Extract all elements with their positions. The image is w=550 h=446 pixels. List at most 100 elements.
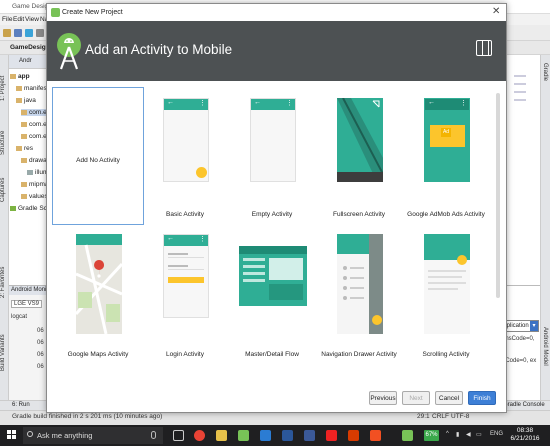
status-line-separator[interactable]: CRLF (432, 413, 449, 420)
android-monitor-title: Android Monitor (9, 286, 49, 295)
basic-activity-preview (163, 98, 209, 182)
media-icon[interactable] (326, 430, 337, 441)
activity-card-empty[interactable]: Empty Activity (226, 87, 318, 225)
file-explorer-icon[interactable] (216, 430, 227, 441)
activity-card-maps[interactable]: Google Maps Activity (52, 227, 144, 365)
tab-structure[interactable]: Structure (0, 120, 9, 165)
login-activity-preview (163, 234, 209, 318)
activity-card-fullscreen[interactable]: Fullscreen Activity (313, 87, 405, 225)
device-selector[interactable]: LGE VS9 (11, 300, 43, 308)
app-icon[interactable] (370, 430, 381, 441)
admob-activity-preview: Ad (424, 98, 470, 182)
folder-icon (16, 85, 22, 91)
word-icon[interactable] (282, 430, 293, 441)
activity-gallery[interactable]: Add No Activity Basic Activity Empty Act… (50, 85, 500, 377)
store-icon[interactable] (260, 430, 271, 441)
dialog-title-bar: Create New Project ✕ (47, 4, 506, 21)
tree-item-java[interactable]: java (16, 97, 36, 104)
input-line (168, 257, 204, 258)
activity-label: Add No Activity (76, 157, 120, 164)
tab-project[interactable]: 1: Project (0, 63, 9, 113)
next-button[interactable]: Next (402, 391, 430, 405)
tab-android-model[interactable]: Android Model (542, 327, 548, 366)
chrome-icon[interactable] (194, 430, 205, 441)
app-bar (164, 99, 208, 110)
scrolling-activity-preview (424, 234, 470, 334)
project-panel: Andr app manifests java com.exa com.exa … (9, 55, 59, 285)
tree-item-res[interactable]: res (16, 145, 33, 152)
office-icon[interactable] (348, 430, 359, 441)
open-folder-icon[interactable] (3, 29, 11, 37)
status-encoding[interactable]: UTF-8 (451, 413, 469, 420)
android-studio-taskbar-icon[interactable] (238, 430, 249, 441)
undo-icon[interactable] (36, 29, 44, 37)
activity-card-admob[interactable]: Ad Google AdMob Ads Activity (400, 87, 492, 225)
battery-indicator[interactable]: 67% (424, 430, 439, 441)
tab-gradle[interactable]: Gradle (542, 63, 548, 81)
menu-edit[interactable]: Edit (13, 16, 24, 23)
chevron-down-icon: ▾ (530, 321, 538, 331)
log-line: 06 (37, 364, 44, 370)
tab-gradle-console[interactable]: Gradle Console (503, 402, 545, 408)
android-studio-running-icon[interactable] (402, 430, 413, 441)
network-icon[interactable]: ▮ (456, 431, 459, 438)
microphone-icon[interactable] (151, 431, 156, 439)
navigation-drawer-preview (337, 234, 383, 334)
task-view-icon[interactable] (173, 430, 184, 441)
cancel-button[interactable]: Cancel (435, 391, 463, 405)
activity-card-navigation-drawer[interactable]: Navigation Drawer Activity (313, 227, 405, 365)
activity-label: Master/Detail Flow (245, 351, 299, 358)
finish-button[interactable]: Finish (468, 391, 496, 405)
tab-captures[interactable]: Captures (0, 170, 9, 210)
system-clock[interactable]: 08:38 6/21/2016 (510, 427, 540, 443)
folder-icon (21, 193, 27, 199)
right-tool-strip: Gradle Android Model (540, 55, 550, 400)
language-indicator[interactable]: ENG (490, 431, 503, 437)
clock-time: 08:38 (516, 427, 534, 434)
battery-icon[interactable]: ▭ (476, 431, 482, 438)
android-monitor-panel: Android Monitor LGE VS9 logcat 06 06 06 … (9, 285, 49, 400)
status-position[interactable]: 29:1 (417, 413, 430, 420)
logcat-tab[interactable]: logcat (11, 314, 27, 320)
folder-icon (21, 121, 27, 127)
sync-icon[interactable] (25, 29, 33, 37)
activity-card-master-detail[interactable]: Master/Detail Flow (226, 227, 318, 365)
project-view-selector[interactable]: Andr (19, 58, 32, 64)
code-line (514, 75, 526, 77)
activity-label: Navigation Drawer Activity (321, 351, 397, 358)
tree-item-app[interactable]: app (10, 73, 30, 80)
folder-icon (21, 181, 27, 187)
volume-icon[interactable]: ◀ (466, 431, 471, 438)
activity-card-basic[interactable]: Basic Activity (139, 87, 231, 225)
previous-button[interactable]: Previous (369, 391, 397, 405)
menu-view[interactable]: View (25, 16, 39, 23)
app-icon[interactable] (304, 430, 315, 441)
create-new-project-dialog: Create New Project ✕ Add an Activity to … (46, 3, 507, 413)
activity-card-login[interactable]: Login Activity (139, 227, 231, 365)
activity-card-no-activity[interactable]: Add No Activity (52, 87, 144, 225)
search-placeholder: Ask me anything (37, 431, 93, 440)
left-tool-strip: 1: Project Structure Captures 2: Favorit… (0, 55, 9, 400)
tree-item-values[interactable]: values (21, 193, 48, 200)
chevron-up-icon[interactable]: ^ (446, 431, 449, 437)
activity-label: Login Activity (166, 351, 204, 358)
app-bar (251, 99, 295, 110)
input-line (168, 253, 188, 255)
save-icon[interactable] (14, 29, 22, 37)
android-studio-icon (51, 8, 60, 17)
code-line (514, 91, 526, 93)
menu-file[interactable]: File (2, 16, 12, 23)
close-icon[interactable]: ✕ (492, 6, 500, 17)
dialog-heading: Add an Activity to Mobile (85, 42, 233, 57)
windows-taskbar: Ask me anything 67% ^ ▮ ◀ ▭ ENG 08:38 6/… (0, 425, 550, 446)
activity-card-scrolling[interactable]: Scrolling Activity (400, 227, 492, 365)
dialog-window-title: Create New Project (62, 9, 123, 16)
windows-start-icon[interactable] (7, 430, 17, 440)
tab-favorites[interactable]: 2: Favorites (0, 255, 9, 310)
clock-date: 6/21/2016 (510, 435, 540, 442)
tab-build-variants[interactable]: Build Variants (0, 323, 9, 383)
taskbar-search-box[interactable]: Ask me anything (23, 427, 163, 444)
app-bar (164, 235, 208, 246)
gallery-scrollbar[interactable] (496, 93, 500, 298)
tab-run[interactable]: 6: Run (12, 402, 30, 408)
